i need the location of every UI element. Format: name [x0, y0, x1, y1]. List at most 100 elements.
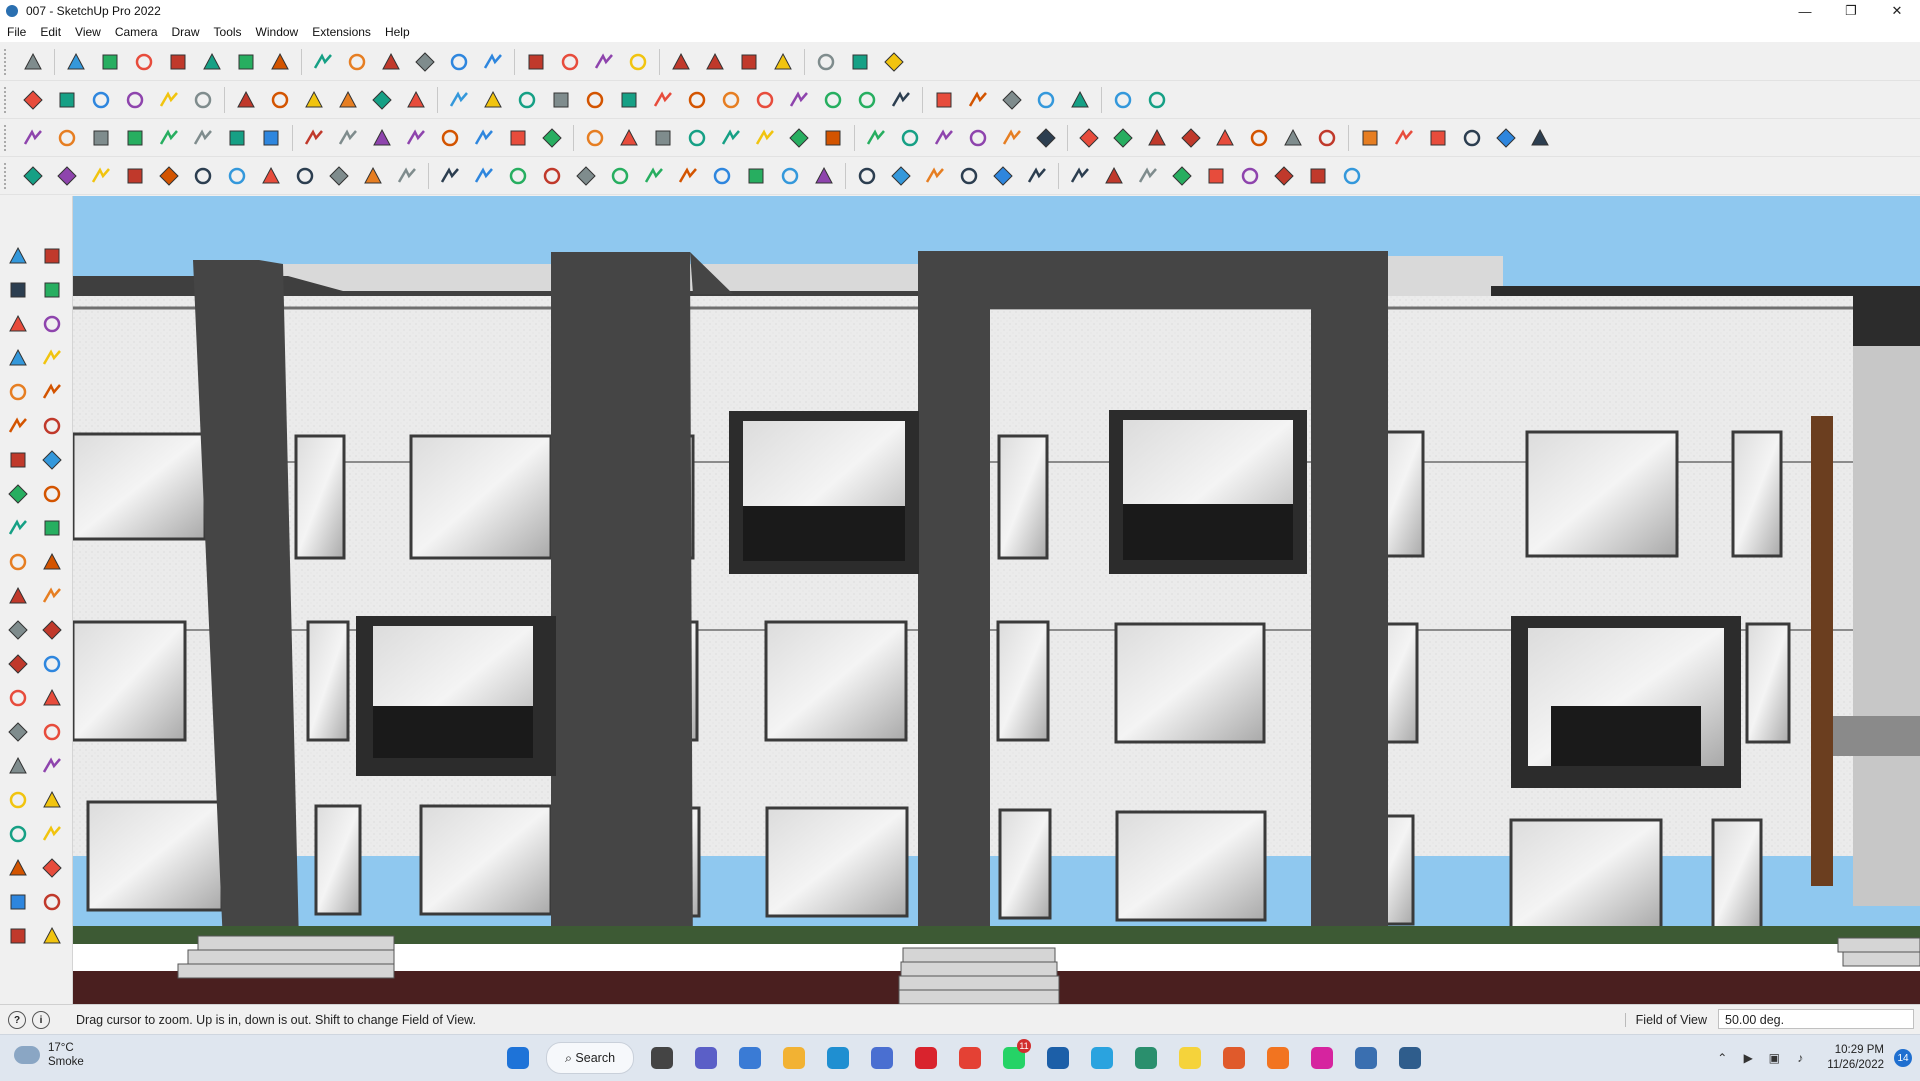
- sketchup-layout-icon[interactable]: [1129, 1041, 1163, 1075]
- top-view-icon[interactable]: [21, 88, 45, 112]
- sticky-notes-icon[interactable]: [1173, 1041, 1207, 1075]
- grid-icon[interactable]: [1460, 126, 1484, 150]
- grid-a-icon[interactable]: [1102, 164, 1126, 188]
- extrude-icon[interactable]: [506, 126, 530, 150]
- left-view-icon[interactable]: [191, 88, 215, 112]
- text-icon[interactable]: [447, 50, 471, 74]
- taper-icon[interactable]: [787, 126, 811, 150]
- door-icon[interactable]: [1179, 126, 1203, 150]
- subdivide-icon[interactable]: [898, 126, 922, 150]
- blue-plane-icon[interactable]: [21, 164, 45, 188]
- orange-cube-icon[interactable]: [1034, 88, 1058, 112]
- sandbox-icon[interactable]: [882, 50, 906, 74]
- outer-shell-icon[interactable]: [889, 88, 913, 112]
- green-frame-icon[interactable]: [923, 164, 947, 188]
- extension-warehouse-icon[interactable]: [848, 50, 872, 74]
- red-plane-icon[interactable]: [157, 164, 181, 188]
- minimize-button[interactable]: —: [1782, 0, 1828, 22]
- toolbar-grip[interactable]: [4, 49, 10, 75]
- text-icon[interactable]: [40, 652, 64, 676]
- cross-icon[interactable]: [506, 164, 530, 188]
- shell-icon[interactable]: [540, 126, 564, 150]
- zoom-extents-icon[interactable]: [626, 50, 650, 74]
- torus-icon[interactable]: [259, 126, 283, 150]
- windows-start-icon[interactable]: [501, 1041, 535, 1075]
- layers-icon[interactable]: [6, 924, 30, 948]
- menu-camera[interactable]: Camera: [108, 25, 165, 39]
- iso-view-icon[interactable]: [55, 88, 79, 112]
- components-icon[interactable]: [669, 50, 693, 74]
- solid-union-icon[interactable]: [753, 88, 777, 112]
- pie-icon[interactable]: [40, 448, 64, 472]
- chrome-icon[interactable]: [953, 1041, 987, 1075]
- curl-icon[interactable]: [744, 164, 768, 188]
- right-view-icon[interactable]: [123, 88, 147, 112]
- shift-icon[interactable]: [957, 164, 981, 188]
- two-point-arc-icon[interactable]: [40, 482, 64, 506]
- page-icon[interactable]: [327, 164, 351, 188]
- menu-file[interactable]: File: [0, 25, 33, 39]
- weld-icon[interactable]: [21, 126, 45, 150]
- blue-cube-icon[interactable]: [966, 88, 990, 112]
- yellow-plane-icon[interactable]: [89, 164, 113, 188]
- layers-icon[interactable]: [737, 50, 761, 74]
- arc-icon[interactable]: [166, 50, 190, 74]
- instagram-icon[interactable]: [1305, 1041, 1339, 1075]
- stair-icon[interactable]: [1077, 126, 1101, 150]
- flip-edge-icon[interactable]: [651, 88, 675, 112]
- menu-draw[interactable]: Draw: [165, 25, 207, 39]
- toolbar-grip[interactable]: [4, 87, 10, 113]
- cyan-plane-icon[interactable]: [55, 164, 79, 188]
- scatter-icon[interactable]: [1272, 164, 1296, 188]
- green-cube-icon[interactable]: [1000, 88, 1024, 112]
- lathe-icon[interactable]: [438, 126, 462, 150]
- front-view-icon[interactable]: [89, 88, 113, 112]
- opera-icon[interactable]: [909, 1041, 943, 1075]
- scenes-icon[interactable]: [40, 924, 64, 948]
- terrain-icon[interactable]: [1494, 126, 1518, 150]
- edge-icon[interactable]: [821, 1041, 855, 1075]
- box-3d-icon[interactable]: [361, 164, 385, 188]
- scale-icon[interactable]: [6, 584, 30, 608]
- orbit-tool-icon[interactable]: [6, 720, 30, 744]
- rotate-icon[interactable]: [345, 50, 369, 74]
- rotated-rect-icon[interactable]: [40, 380, 64, 404]
- orbit-icon[interactable]: [524, 50, 548, 74]
- spiral-icon[interactable]: [710, 164, 734, 188]
- rotate-icon[interactable]: [6, 550, 30, 574]
- curve-icon[interactable]: [55, 126, 79, 150]
- section-fill-icon[interactable]: [481, 88, 505, 112]
- joint-icon[interactable]: [1034, 126, 1058, 150]
- pipe-icon[interactable]: [404, 126, 428, 150]
- sphere-icon[interactable]: [225, 126, 249, 150]
- merge-icon[interactable]: [1340, 164, 1364, 188]
- menu-tools[interactable]: Tools: [207, 25, 249, 39]
- line-icon[interactable]: [6, 346, 30, 370]
- scissors-icon[interactable]: [574, 164, 598, 188]
- cloth-icon[interactable]: [1528, 126, 1552, 150]
- tape-measure-icon[interactable]: [6, 618, 30, 642]
- measurements-box[interactable]: 50.00 deg.: [1718, 1009, 1914, 1029]
- notification-badge[interactable]: 14: [1894, 1049, 1912, 1067]
- stamp-icon[interactable]: [549, 88, 573, 112]
- house-icon[interactable]: [642, 164, 666, 188]
- stretch-icon[interactable]: [685, 126, 709, 150]
- warehouse-icon[interactable]: [814, 50, 838, 74]
- axes-icon[interactable]: [6, 686, 30, 710]
- shape-icon[interactable]: [200, 50, 224, 74]
- chevron-up-icon[interactable]: ⌃: [1713, 1049, 1731, 1067]
- menu-edit[interactable]: Edit: [33, 25, 68, 39]
- cut-icon[interactable]: [1025, 164, 1049, 188]
- tape-measure-icon[interactable]: [413, 50, 437, 74]
- move-icon[interactable]: [311, 50, 335, 74]
- shaded-icon[interactable]: [336, 88, 360, 112]
- grid-c-icon[interactable]: [1170, 164, 1194, 188]
- orange-curve-icon[interactable]: [225, 164, 249, 188]
- polyline-icon[interactable]: [123, 126, 147, 150]
- from-scratch-icon[interactable]: [719, 88, 743, 112]
- weld-tool-icon[interactable]: [395, 164, 419, 188]
- solid-split-icon[interactable]: [855, 88, 879, 112]
- triangle-icon[interactable]: [676, 164, 700, 188]
- mirror-icon[interactable]: [583, 126, 607, 150]
- model-viewport[interactable]: [73, 196, 1920, 1004]
